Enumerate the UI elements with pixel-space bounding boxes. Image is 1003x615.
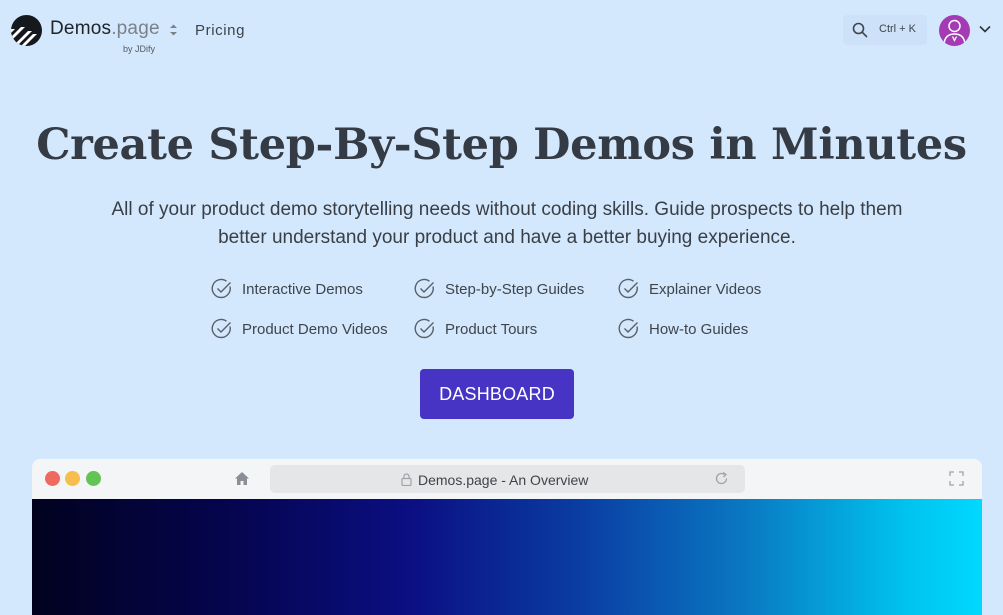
check-circle-icon: [414, 318, 434, 339]
feature-item: How-to Guides: [618, 317, 748, 341]
sort-icon[interactable]: [168, 22, 179, 38]
feature-label: Product Tours: [445, 320, 538, 338]
lock-icon: [401, 473, 412, 486]
feature-item: Interactive Demos: [211, 277, 363, 301]
feature-label: How-to Guides: [649, 320, 749, 338]
feature-item: Product Demo Videos: [211, 317, 388, 341]
search-icon: [852, 22, 868, 38]
search-shortcut: Ctrl + K: [879, 23, 916, 35]
feature-label: Step-by-Step Guides: [445, 280, 585, 298]
window-minimize-dot: [65, 471, 80, 486]
feature-label: Explainer Videos: [649, 280, 762, 298]
logo-icon[interactable]: [11, 15, 42, 46]
feature-label: Interactive Demos: [242, 280, 363, 298]
check-circle-icon: [211, 318, 231, 339]
check-circle-icon: [211, 278, 231, 299]
user-icon: [943, 19, 966, 45]
nav-link-pricing[interactable]: Pricing: [195, 22, 245, 39]
site-header: Demos.page by JDify Pricing Ctrl + K: [0, 0, 1003, 60]
browser-mockup: Demos.page - An Overview: [32, 459, 982, 615]
address-text: Demos.page - An Overview: [418, 472, 589, 488]
dashboard-button[interactable]: DASHBOARD: [420, 369, 574, 419]
search-button[interactable]: Ctrl + K: [843, 15, 927, 45]
reload-icon: [715, 471, 728, 485]
check-circle-icon: [618, 278, 638, 299]
demo-preview: [32, 499, 982, 615]
feature-item: Product Tours: [414, 317, 537, 341]
hero-subtitle: All of your product demo storytelling ne…: [111, 199, 903, 248]
window-close-dot: [45, 471, 60, 486]
byline: by JDify: [123, 44, 156, 54]
home-icon: [235, 472, 249, 485]
window-maximize-dot: [86, 471, 101, 486]
brand-suffix: .page: [111, 18, 160, 39]
feature-item: Step-by-Step Guides: [414, 277, 584, 301]
hero-title: Create Step-By-Step Demos in Minutes: [36, 120, 967, 170]
chevron-down-icon[interactable]: [979, 25, 991, 33]
avatar[interactable]: [939, 15, 970, 46]
check-circle-icon: [618, 318, 638, 339]
fullscreen-icon: [949, 471, 964, 486]
feature-item: Explainer Videos: [618, 277, 761, 301]
brand-name[interactable]: Demos.page: [50, 18, 160, 40]
feature-label: Product Demo Videos: [242, 320, 388, 338]
address-bar: Demos.page - An Overview: [270, 465, 745, 493]
check-circle-icon: [414, 278, 434, 299]
